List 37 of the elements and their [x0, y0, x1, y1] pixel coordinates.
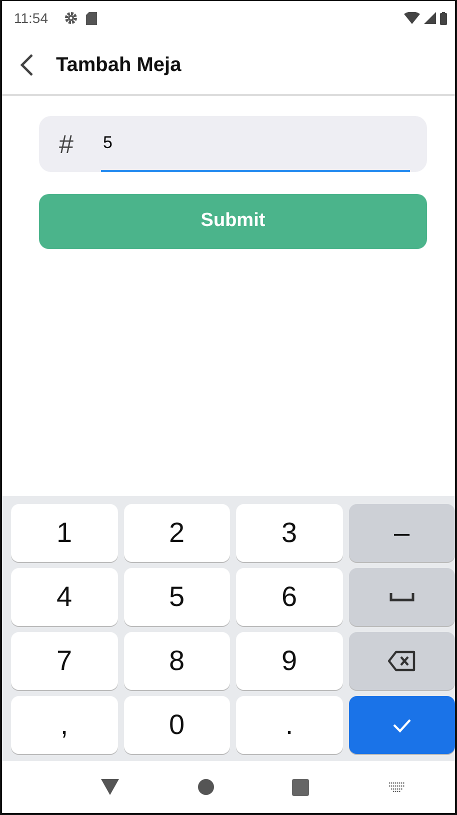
battery-icon: [440, 12, 447, 24]
table-number-field[interactable]: # 5: [39, 116, 427, 172]
recents-nav-button[interactable]: [292, 778, 310, 796]
screen-title: Tambah Meja: [56, 52, 182, 78]
key[interactable]: –: [348, 504, 455, 562]
back-button[interactable]: [20, 52, 34, 76]
gear-icon: [64, 11, 78, 25]
keyboard-switch-button[interactable]: [388, 782, 406, 792]
key[interactable]: 2: [124, 504, 230, 562]
back-icon: [20, 52, 34, 76]
space-icon: [388, 592, 415, 602]
enter-key[interactable]: [348, 696, 455, 754]
sd-card-icon: [86, 12, 97, 24]
wifi-icon: [404, 12, 420, 24]
triangle-icon: [101, 779, 120, 795]
key[interactable]: 0: [124, 696, 230, 754]
backspace-key[interactable]: [348, 632, 455, 690]
home-nav-button[interactable]: [198, 779, 214, 795]
key[interactable]: 3: [236, 504, 342, 562]
key[interactable]: 4: [11, 568, 118, 626]
key[interactable]: 8: [124, 632, 230, 690]
signal-icon: [424, 12, 436, 24]
key[interactable]: 5: [124, 568, 230, 626]
key[interactable]: 9: [236, 632, 342, 690]
square-icon: [292, 778, 310, 796]
key[interactable]: ,: [11, 696, 118, 754]
backspace-icon: [386, 650, 417, 672]
key[interactable]: 6: [236, 568, 342, 626]
check-icon: [392, 717, 412, 733]
key[interactable]: 7: [11, 632, 118, 690]
key[interactable]: .: [236, 696, 342, 754]
keyboard-icon: [388, 782, 406, 792]
hash-prefix: #: [59, 128, 74, 160]
status-time: 11:54: [14, 8, 48, 28]
back-nav-button[interactable]: [101, 779, 120, 795]
key[interactable]: 1: [11, 504, 118, 562]
circle-icon: [198, 779, 214, 795]
